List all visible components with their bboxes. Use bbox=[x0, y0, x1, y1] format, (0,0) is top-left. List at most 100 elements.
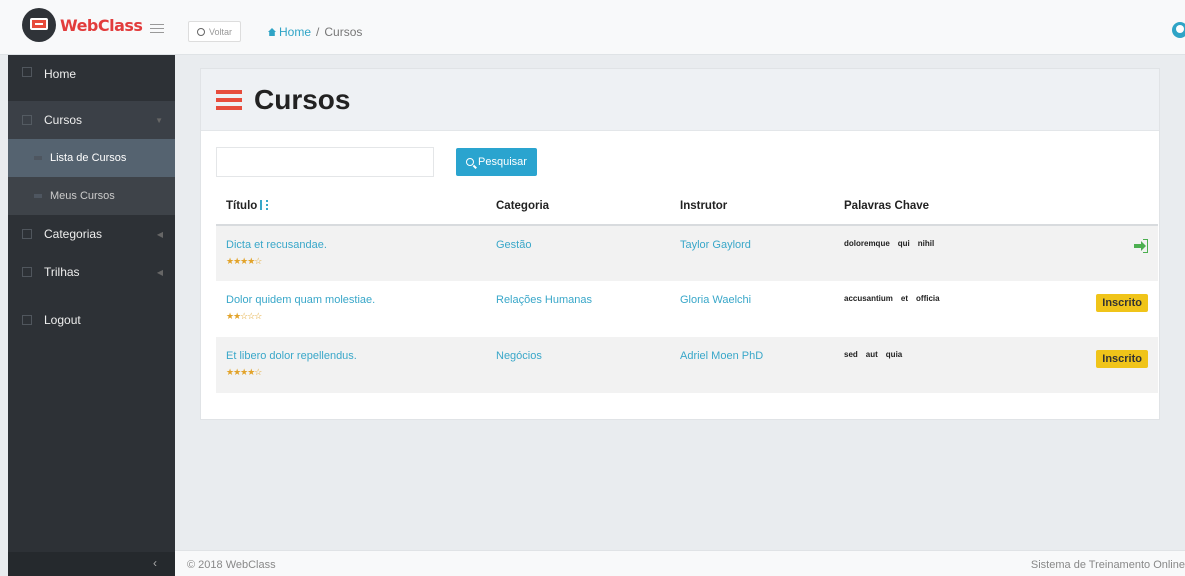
footer: © 2018 WebClass Sistema de Treinamento O… bbox=[175, 550, 1185, 576]
keyword: sed bbox=[844, 350, 858, 359]
footer-tagline: Sistema de Treinamento Online bbox=[1030, 559, 1185, 571]
search-button-label: Pesquisar bbox=[478, 156, 527, 168]
keyword: et bbox=[900, 294, 909, 303]
column-header-titulo[interactable]: Título bbox=[216, 187, 486, 226]
sidebar: Home Cursos ▼ Lista de Cursos Meus Curso… bbox=[8, 55, 175, 576]
copyright: © 2018 WebClass bbox=[187, 559, 276, 571]
cell-titulo: Et libero dolor repellendus. ★★★★☆ bbox=[216, 337, 486, 393]
search-bar: Pesquisar bbox=[216, 147, 537, 177]
table-row: Dicta et recusandae. ★★★★☆ Gestão Taylor… bbox=[216, 225, 1158, 281]
sidebar-item-lista-de-cursos[interactable]: Lista de Cursos bbox=[8, 139, 175, 177]
sidebar-item-categorias[interactable]: Categorias ◀ bbox=[8, 215, 175, 253]
keyword: officia bbox=[916, 294, 940, 303]
sub-item-icon bbox=[34, 194, 42, 198]
breadcrumb-home[interactable]: Home bbox=[268, 25, 311, 39]
enrolled-badge: Inscrito bbox=[1096, 350, 1148, 368]
cell-categoria: Negócios bbox=[486, 337, 670, 393]
list-icon bbox=[216, 89, 242, 110]
search-button[interactable]: Pesquisar bbox=[456, 148, 537, 176]
courses-table: Título Categoria Instrutor Palavras Chav… bbox=[216, 187, 1158, 393]
category-link[interactable]: Gestão bbox=[496, 239, 531, 251]
cell-titulo: Dolor quidem quam molestiae. ★★☆☆☆ bbox=[216, 281, 486, 337]
course-title-link[interactable]: Dicta et recusandae. bbox=[226, 239, 486, 251]
hamburger-menu-icon[interactable] bbox=[150, 24, 164, 34]
cell-action: Inscrito bbox=[1084, 281, 1158, 337]
keyword: nihil bbox=[917, 239, 935, 248]
enter-icon[interactable] bbox=[1134, 239, 1148, 253]
sidebar-item-label: Cursos bbox=[44, 113, 83, 127]
sidebar-item-logout[interactable]: Logout bbox=[8, 301, 175, 339]
cell-palavras-chave: sed aut quia bbox=[834, 337, 1084, 393]
instructor-link[interactable]: Taylor Gaylord bbox=[680, 239, 751, 251]
panel-header: Cursos bbox=[201, 69, 1159, 131]
list-icon bbox=[22, 115, 32, 125]
book-icon bbox=[22, 267, 32, 277]
chevron-down-icon: ▼ bbox=[155, 116, 163, 125]
category-link[interactable]: Relações Humanas bbox=[496, 294, 592, 306]
sidebar-item-meus-cursos[interactable]: Meus Cursos bbox=[8, 177, 175, 215]
breadcrumb-home-label: Home bbox=[279, 25, 312, 39]
back-button[interactable]: Voltar bbox=[188, 21, 242, 42]
sidebar-item-label: Logout bbox=[44, 313, 81, 327]
column-header-palavras-chave: Palavras Chave bbox=[834, 187, 1084, 226]
sidebar-item-trilhas[interactable]: Trilhas ◀ bbox=[8, 253, 175, 291]
search-input[interactable] bbox=[216, 147, 434, 177]
cell-instrutor: Taylor Gaylord bbox=[670, 225, 834, 281]
chevron-left-icon[interactable]: ‹ bbox=[153, 556, 157, 570]
column-header-instrutor: Instrutor bbox=[670, 187, 834, 226]
cell-palavras-chave: doloremque qui nihil bbox=[834, 225, 1084, 281]
home-icon bbox=[268, 28, 276, 36]
brand-name: WebClass bbox=[60, 15, 143, 35]
category-link[interactable]: Negócios bbox=[496, 350, 542, 362]
course-title-link[interactable]: Dolor quidem quam molestiae. bbox=[226, 294, 486, 306]
column-header-categoria: Categoria bbox=[486, 187, 670, 226]
course-title-link[interactable]: Et libero dolor repellendus. bbox=[226, 350, 486, 362]
chevron-left-icon: ◀ bbox=[156, 268, 163, 277]
cell-categoria: Relações Humanas bbox=[486, 281, 670, 337]
courses-panel: Cursos Pesquisar Título Categoria Instru… bbox=[200, 68, 1160, 420]
sidebar-item-cursos[interactable]: Cursos ▼ bbox=[8, 101, 175, 139]
keyword: accusantium bbox=[844, 294, 893, 303]
cell-instrutor: Adriel Moen PhD bbox=[670, 337, 834, 393]
circle-icon bbox=[197, 27, 205, 36]
instructor-link[interactable]: Adriel Moen PhD bbox=[680, 350, 763, 362]
breadcrumb-current: Cursos bbox=[324, 25, 363, 39]
back-button-label: Voltar bbox=[209, 26, 233, 37]
column-header-action bbox=[1084, 187, 1158, 226]
sidebar-item-label: Categorias bbox=[44, 227, 103, 241]
keyword: aut bbox=[865, 350, 878, 359]
brand[interactable]: WebClass bbox=[22, 8, 143, 42]
sidebar-item-home[interactable]: Home bbox=[8, 55, 175, 95]
sub-item-icon bbox=[34, 156, 42, 160]
webclass-logo-icon bbox=[22, 8, 56, 42]
rating-stars: ★★★★☆ bbox=[226, 256, 262, 266]
sort-icon[interactable] bbox=[260, 200, 269, 211]
rating-stars: ★★★★☆ bbox=[226, 367, 262, 377]
sidebar-collapse-bar[interactable]: ‹ bbox=[8, 552, 175, 576]
instructor-link[interactable]: Gloria Waelchi bbox=[680, 294, 751, 306]
search-icon bbox=[466, 158, 474, 166]
table-row: Et libero dolor repellendus. ★★★★☆ Negóc… bbox=[216, 337, 1158, 393]
breadcrumb: Home / Cursos bbox=[268, 25, 362, 39]
cell-titulo: Dicta et recusandae. ★★★★☆ bbox=[216, 225, 486, 281]
chevron-left-icon: ◀ bbox=[156, 230, 163, 239]
cell-action bbox=[1084, 225, 1158, 281]
page-title: Cursos bbox=[254, 83, 351, 115]
enrolled-badge: Inscrito bbox=[1096, 294, 1148, 312]
breadcrumb-separator: / bbox=[316, 25, 320, 39]
logout-icon bbox=[22, 315, 32, 325]
sidebar-item-label: Meus Cursos bbox=[50, 190, 115, 202]
sidebar-item-label: Lista de Cursos bbox=[50, 152, 127, 164]
sidebar-item-label: Home bbox=[44, 67, 77, 81]
cell-palavras-chave: accusantium et officia bbox=[834, 281, 1084, 337]
cell-instrutor: Gloria Waelchi bbox=[670, 281, 834, 337]
cell-categoria: Gestão bbox=[486, 225, 670, 281]
keyword: qui bbox=[897, 239, 910, 248]
user-avatar-icon[interactable] bbox=[1172, 22, 1185, 38]
home-icon bbox=[22, 67, 32, 77]
keyword: quia bbox=[885, 350, 903, 359]
top-bar: WebClass Voltar Home / Cursos bbox=[0, 0, 1185, 55]
table-row: Dolor quidem quam molestiae. ★★☆☆☆ Relaç… bbox=[216, 281, 1158, 337]
rating-stars: ★★☆☆☆ bbox=[226, 311, 262, 321]
sidebar-item-label: Trilhas bbox=[44, 265, 80, 279]
